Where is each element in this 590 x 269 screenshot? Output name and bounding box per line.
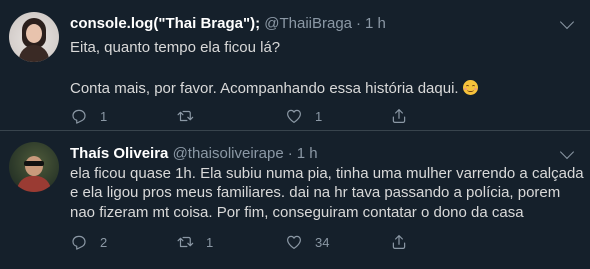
avatar-face <box>26 24 42 43</box>
chevron-down-icon[interactable] <box>559 144 575 160</box>
avatar-face <box>25 156 43 176</box>
share-icon <box>392 235 406 249</box>
like-button[interactable]: 1 <box>285 106 322 126</box>
retweet-count: 1 <box>206 234 214 250</box>
like-button[interactable]: 34 <box>285 232 329 252</box>
heart-icon <box>287 235 301 249</box>
retweet-icon <box>177 236 194 248</box>
like-count: 34 <box>315 234 330 250</box>
share-icon <box>392 109 406 123</box>
tweet-text-line: nao fizeram mt coisa. Por fim, conseguir… <box>70 204 524 221</box>
heart-icon <box>287 109 301 123</box>
share-button[interactable] <box>390 232 408 252</box>
separator: · <box>356 15 362 32</box>
display-name[interactable]: Thaís Oliveira <box>70 145 168 162</box>
tweet-text-line: Eita, quanto tempo ela ficou lá? <box>70 39 281 56</box>
tweet-text-line: e ela ligou pros meus familiares. dai na… <box>70 184 561 201</box>
action-bar: 1 1 <box>70 106 530 126</box>
tweet-text-line: Conta mais, por favor. Acompanhando essa… <box>70 79 478 98</box>
avatar-sunglasses <box>24 161 44 166</box>
chevron-down-icon[interactable] <box>559 14 575 30</box>
reply-count: 1 <box>100 108 108 124</box>
tweet-header: Thaís Oliveira @thaisoliveirape · 1 h <box>70 145 318 162</box>
reply-icon <box>72 109 86 124</box>
like-count: 1 <box>315 108 323 124</box>
retweet-button[interactable] <box>176 106 206 126</box>
avatar-body <box>19 45 49 62</box>
smiling-face-icon <box>462 80 478 95</box>
user-handle[interactable]: @ThaiiBraga <box>264 15 352 32</box>
avatar[interactable] <box>9 12 59 62</box>
tweet[interactable]: console.log("Thai Braga"); @ThaiiBraga · 1… <box>0 0 590 131</box>
tweet-text-line: ela ficou quase 1h. Ela subiu numa pia, … <box>70 165 584 182</box>
display-name[interactable]: console.log("Thai Braga"); <box>70 15 260 32</box>
tweet-text: Conta mais, por favor. Acompanhando essa… <box>70 80 459 97</box>
avatar-body <box>17 176 51 192</box>
avatar[interactable] <box>9 142 59 192</box>
reply-button[interactable]: 2 <box>70 232 107 252</box>
tweet[interactable]: Thaís Oliveira @thaisoliveirape · 1 h ela … <box>0 131 590 269</box>
timestamp[interactable]: 1 h <box>365 15 386 32</box>
share-button[interactable] <box>390 106 408 126</box>
separator: · <box>287 145 293 162</box>
retweet-icon <box>177 110 194 122</box>
timestamp[interactable]: 1 h <box>297 145 318 162</box>
action-bar: 2 1 34 <box>70 232 530 252</box>
reply-count: 2 <box>100 234 108 250</box>
reply-icon <box>72 235 86 250</box>
tweet-header: console.log("Thai Braga"); @ThaiiBraga · 1… <box>70 15 386 32</box>
reply-button[interactable]: 1 <box>70 106 107 126</box>
retweet-button[interactable]: 1 <box>176 232 213 252</box>
user-handle[interactable]: @thaisoliveirape <box>173 145 284 162</box>
